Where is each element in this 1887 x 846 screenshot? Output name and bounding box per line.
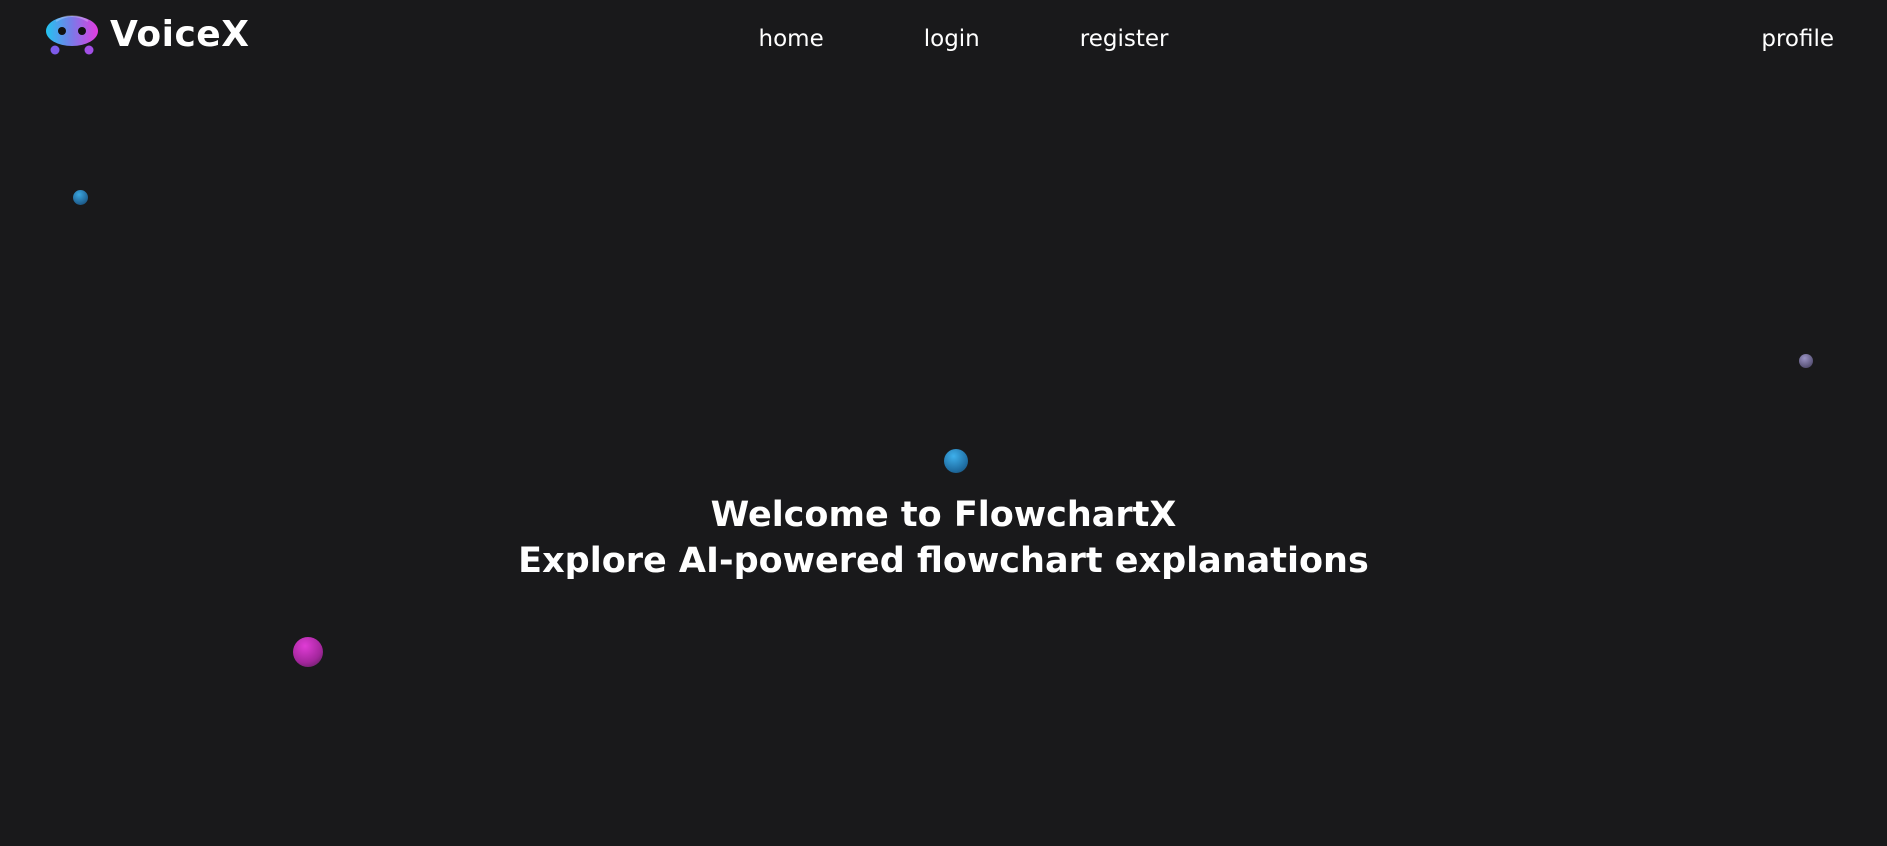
brand-logo-link[interactable]: VoiceX xyxy=(44,10,249,58)
page: VoiceX home login register profile Welco… xyxy=(0,0,1887,846)
main-nav: home login register xyxy=(0,26,1887,52)
brand-name: VoiceX xyxy=(110,13,250,55)
decorative-orb xyxy=(1799,354,1813,368)
decorative-orb xyxy=(73,190,88,205)
nav-login-link[interactable]: login xyxy=(924,26,980,52)
nav-register-link[interactable]: register xyxy=(1080,26,1169,52)
decorative-orb xyxy=(944,449,968,473)
robot-face-icon xyxy=(44,11,100,57)
nav-home-link[interactable]: home xyxy=(759,26,824,52)
decorative-orb xyxy=(293,637,323,667)
hero-title: Welcome to FlowchartX xyxy=(710,495,1177,535)
nav-links: home login register xyxy=(759,26,1169,52)
nav-profile-link[interactable]: profile xyxy=(1761,26,1834,52)
hero-subtitle: Explore AI-powered flowchart explanation… xyxy=(518,541,1369,581)
navbar: VoiceX home login register profile xyxy=(0,0,1887,80)
hero-section: Welcome to FlowchartX Explore AI-powered… xyxy=(0,492,1887,584)
